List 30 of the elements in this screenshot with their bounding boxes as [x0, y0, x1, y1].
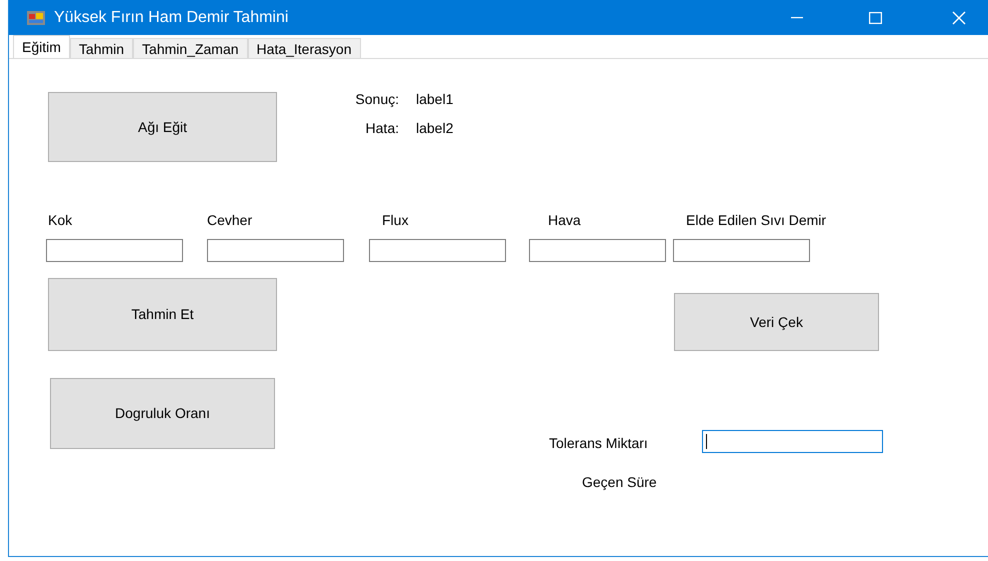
- tolerance-field[interactable]: [702, 430, 883, 453]
- minimize-icon: [791, 16, 803, 18]
- input-field[interactable]: [207, 239, 344, 262]
- maximize-icon: [868, 12, 882, 24]
- fetch-data-button[interactable]: Veri Çek: [674, 293, 879, 351]
- tab[interactable]: Eğitim: [13, 35, 70, 58]
- window-title: Yüksek Fırın Ham Demir Tahmini: [54, 8, 288, 28]
- input-label: Kok: [48, 211, 72, 230]
- result-label: Sonuç:: [354, 90, 399, 109]
- input-field[interactable]: [46, 239, 183, 262]
- input-label: Flux: [382, 211, 408, 230]
- elapsed-time-label: Geçen Süre: [582, 473, 657, 492]
- tab[interactable]: Tahmin_Zaman: [133, 38, 248, 58]
- result-value: label1: [416, 90, 454, 109]
- input-field[interactable]: [369, 239, 506, 262]
- input-field[interactable]: [673, 239, 810, 262]
- input-label: Elde Edilen Sıvı Demir: [686, 211, 826, 230]
- window-app-icon: [27, 10, 45, 24]
- train-button[interactable]: Ağı Eğit: [48, 92, 277, 162]
- result-value: label2: [416, 119, 454, 138]
- input-label: Hava: [548, 211, 581, 230]
- close-icon: [952, 10, 966, 24]
- input-field[interactable]: [529, 239, 666, 262]
- tab[interactable]: Hata_Iterasyon: [248, 38, 360, 58]
- accuracy-button[interactable]: Dogruluk Oranı: [50, 378, 275, 449]
- tab[interactable]: Tahmin: [70, 38, 134, 58]
- predict-button[interactable]: Tahmin Et: [48, 278, 277, 351]
- input-label: Cevher: [207, 211, 252, 230]
- tolerance-label: Tolerans Miktarı: [549, 434, 648, 453]
- result-label: Hata:: [364, 119, 399, 138]
